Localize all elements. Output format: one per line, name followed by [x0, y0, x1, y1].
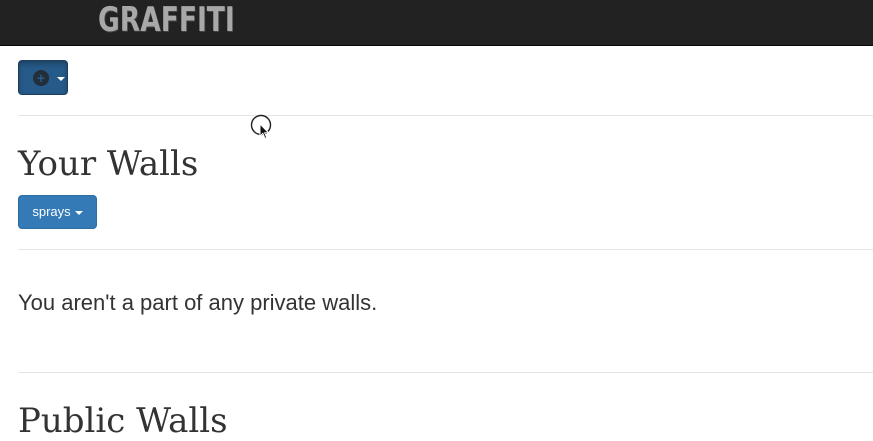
- public-walls-title: Public Walls: [18, 401, 228, 441]
- empty-walls-message: You aren't a part of any private walls.: [18, 290, 378, 315]
- caret-down-icon: [74, 210, 83, 215]
- plus-circle-icon: +: [33, 70, 49, 86]
- sprays-dropdown-button[interactable]: sprays: [18, 195, 97, 229]
- mouse-cursor-icon: [250, 114, 272, 140]
- divider: [18, 115, 873, 116]
- caret-down-icon: [57, 77, 65, 81]
- your-walls-title: Your Walls: [18, 144, 199, 184]
- divider: [18, 372, 873, 373]
- brand-logo[interactable]: GRAFFITI: [98, 0, 235, 40]
- divider: [18, 249, 873, 250]
- sprays-label: sprays: [32, 204, 71, 219]
- navbar: GRAFFITI: [0, 0, 873, 46]
- add-dropdown-button[interactable]: +: [18, 60, 68, 95]
